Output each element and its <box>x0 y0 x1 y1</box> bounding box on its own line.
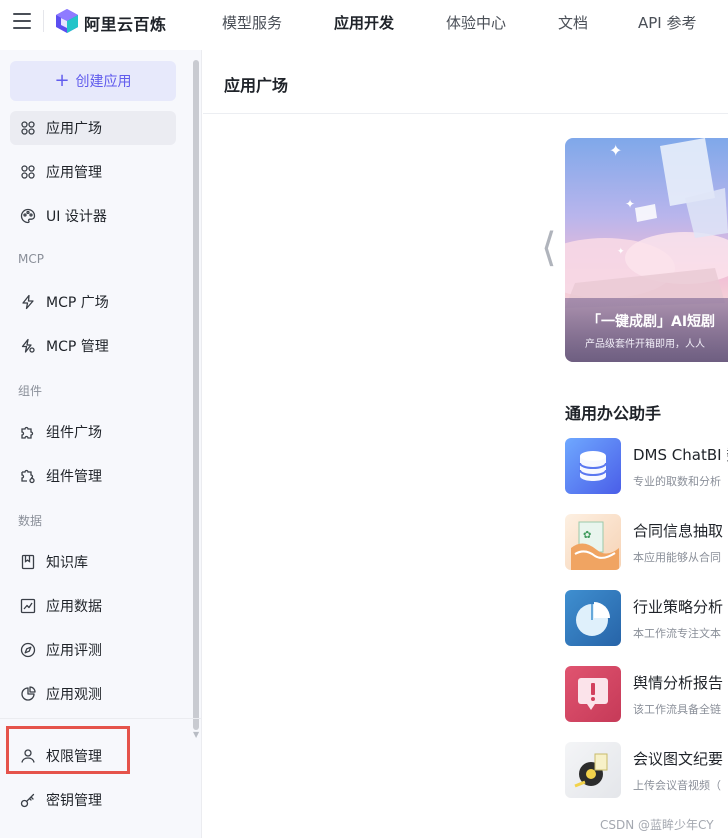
group-label-mcp: MCP <box>18 252 44 266</box>
sidebar-item-label: 应用数据 <box>46 599 102 615</box>
sidebar-item-label: MCP 广场 <box>46 295 109 311</box>
sidebar-item-label: MCP 管理 <box>46 339 109 355</box>
create-app-label: 创建应用 <box>75 74 132 90</box>
sidebar-item-mcp-plaza[interactable]: MCP 广场 <box>10 285 176 319</box>
plus-icon: + <box>54 70 70 91</box>
app-description: 本应用能够从合同 <box>633 551 721 564</box>
sidebar-item-label: 应用广场 <box>46 121 102 137</box>
sidebar-scrollbar[interactable] <box>193 60 199 730</box>
svg-text:✦: ✦ <box>609 141 622 160</box>
svg-text:✿: ✿ <box>583 530 591 541</box>
sidebar-item-label: 应用观测 <box>46 687 102 703</box>
lightning-settings-icon <box>21 338 35 353</box>
svg-text:✦: ✦ <box>625 197 635 211</box>
grid-icon <box>21 121 35 135</box>
palette-icon <box>20 208 36 224</box>
logo-text[interactable]: 阿里云百炼 <box>84 11 167 35</box>
puzzle-settings-icon <box>21 469 35 484</box>
create-app-button[interactable]: + 创建应用 <box>10 61 176 101</box>
app-card-meeting-notes[interactable]: 会议图文纪要 上传会议音视频（ <box>565 742 728 798</box>
grid-icon <box>21 165 35 179</box>
banner-title: 「一键成剧」AI短剧 <box>587 314 716 330</box>
alert-icon <box>565 666 621 722</box>
app-card-dms-chatbi[interactable]: DMS ChatBI 数 专业的取数和分析 <box>565 438 728 494</box>
app-name: DMS ChatBI 数 <box>633 446 728 464</box>
sidebar-item-label: UI 设计器 <box>46 209 107 225</box>
sidebar-item-component-plaza[interactable]: 组件广场 <box>10 415 176 449</box>
sidebar-item-label: 知识库 <box>46 555 88 571</box>
tape-icon <box>565 742 621 798</box>
banner-subtitle: 产品级套件开箱即用，人人 <box>585 339 705 350</box>
book-icon <box>21 554 35 570</box>
nav-app-development[interactable]: 应用开发 <box>334 12 394 33</box>
contract-icon: ✿ <box>565 514 621 570</box>
logo-icon <box>56 9 78 33</box>
top-navigation-bar: 阿里云百炼 模型服务 应用开发 体验中心 文档 API 参考 <box>0 0 728 44</box>
content-header: 应用广场 <box>203 50 728 114</box>
pie-icon <box>21 686 36 701</box>
sidebar-item-mcp-management[interactable]: MCP 管理 <box>10 329 176 363</box>
menu-icon[interactable] <box>13 13 31 29</box>
section-title: 通用办公助手 <box>565 404 662 423</box>
app-description: 专业的取数和分析 <box>633 475 721 488</box>
sidebar-item-label: 组件管理 <box>46 469 102 485</box>
annotation-highlight-box <box>6 726 130 774</box>
nav-api-reference[interactable]: API 参考 <box>638 12 697 33</box>
sidebar-item-app-data[interactable]: 应用数据 <box>10 589 176 623</box>
sidebar-item-ui-designer[interactable]: UI 设计器 <box>10 199 176 233</box>
app-card-industry-strategy[interactable]: 行业策略分析 本工作流专注文本 <box>565 590 728 646</box>
database-icon <box>565 438 621 494</box>
group-label-data: 数据 <box>18 514 43 528</box>
app-card-contract-extraction[interactable]: ✿ 合同信息抽取 本应用能够从合同 <box>565 514 728 570</box>
sidebar-item-app-plaza[interactable]: 应用广场 <box>10 111 176 145</box>
svg-text:✦: ✦ <box>617 247 625 257</box>
key-icon <box>20 793 35 808</box>
sidebar-item-app-observation[interactable]: 应用观测 <box>10 677 176 711</box>
app-description: 上传会议音视频（ <box>633 779 721 792</box>
app-card-sentiment-report[interactable]: 舆情分析报告 该工作流具备全链 <box>565 666 728 722</box>
sidebar-item-app-evaluation[interactable]: 应用评测 <box>10 633 176 667</box>
app-description: 该工作流具备全链 <box>633 703 721 716</box>
watermark-text: CSDN @蓝眸少年CY <box>600 818 714 832</box>
compass-icon <box>20 642 36 658</box>
sidebar-item-app-management[interactable]: 应用管理 <box>10 155 176 189</box>
lightning-icon <box>22 294 34 310</box>
app-name: 合同信息抽取 <box>633 522 724 540</box>
app-name: 行业策略分析 <box>633 598 724 616</box>
app-name: 会议图文纪要 <box>633 750 724 768</box>
divider <box>0 718 201 719</box>
sidebar-item-knowledge-base[interactable]: 知识库 <box>10 545 176 579</box>
sidebar-item-label: 应用评测 <box>46 643 102 659</box>
app-description: 本工作流专注文本 <box>633 627 721 640</box>
chart-icon <box>20 598 36 614</box>
sidebar-item-key-management[interactable]: 密钥管理 <box>10 783 176 817</box>
page-title: 应用广场 <box>224 76 289 95</box>
puzzle-icon <box>21 426 34 439</box>
sidebar: + 创建应用 应用广场 应用管理 UI 设计器 MCP MCP 广场 MCP 管… <box>0 50 202 838</box>
sidebar-item-label: 密钥管理 <box>46 793 102 809</box>
nav-docs[interactable]: 文档 <box>558 12 588 33</box>
pie-chart-icon <box>565 590 621 646</box>
app-name: 舆情分析报告 <box>633 674 724 692</box>
carousel-prev-button[interactable]: ⟨ <box>541 228 557 268</box>
scroll-down-arrow-icon[interactable]: ▼ <box>193 730 199 739</box>
nav-experience-center[interactable]: 体验中心 <box>446 12 506 33</box>
sidebar-item-component-management[interactable]: 组件管理 <box>10 459 176 493</box>
nav-model-service[interactable]: 模型服务 <box>222 12 282 33</box>
sidebar-item-label: 应用管理 <box>46 165 102 181</box>
group-label-components: 组件 <box>18 384 43 398</box>
divider <box>43 10 44 32</box>
sidebar-item-label: 组件广场 <box>46 425 102 441</box>
